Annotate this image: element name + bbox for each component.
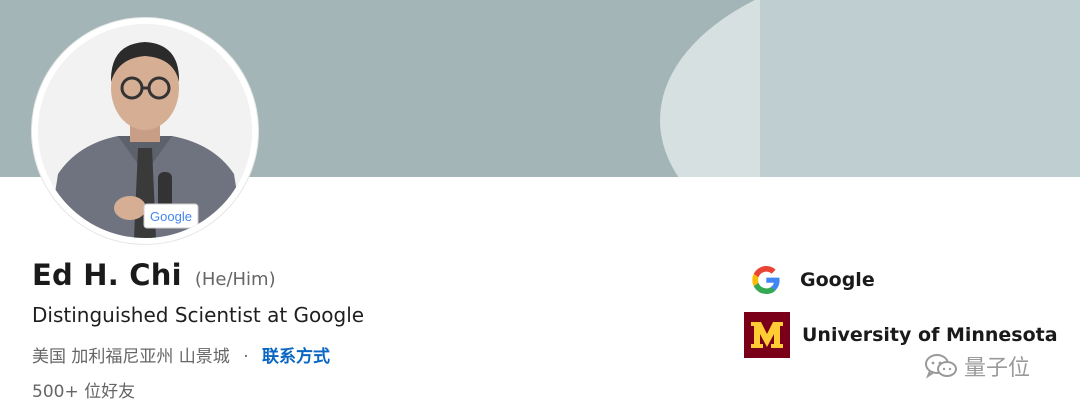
watermark-text: 量子位 <box>964 356 1031 381</box>
profile-pronouns: (He/Him) <box>194 269 276 290</box>
profile-name: Ed H. Chi <box>32 258 182 292</box>
school-name: University of Minnesota <box>802 324 1058 346</box>
profile-photo-image: Google <box>38 24 252 238</box>
university-of-minnesota-logo-icon <box>744 312 790 358</box>
cover-decoration-right <box>760 0 1080 177</box>
profile-photo[interactable]: Google <box>32 18 258 244</box>
photo-mic-flag-text: Google <box>150 209 192 224</box>
location-separator: · <box>243 347 249 367</box>
wechat-icon <box>925 354 957 379</box>
watermark: 量子位 <box>924 350 1030 382</box>
profile-headline: Distinguished Scientist at Google <box>32 303 365 327</box>
profile-location: 美国 加利福尼亚州 山景城 <box>32 347 230 367</box>
google-logo-icon <box>744 258 788 302</box>
connections-count[interactable]: 500+ 位好友 <box>32 377 135 402</box>
profile-location-row: 美国 加利福尼亚州 山景城 · 联系方式 <box>32 342 330 367</box>
current-company-google[interactable]: Google <box>744 258 875 302</box>
profile-name-row: Ed H. Chi (He/Him) <box>32 258 276 292</box>
contact-info-link[interactable]: 联系方式 <box>262 347 330 367</box>
company-name: Google <box>800 269 875 291</box>
